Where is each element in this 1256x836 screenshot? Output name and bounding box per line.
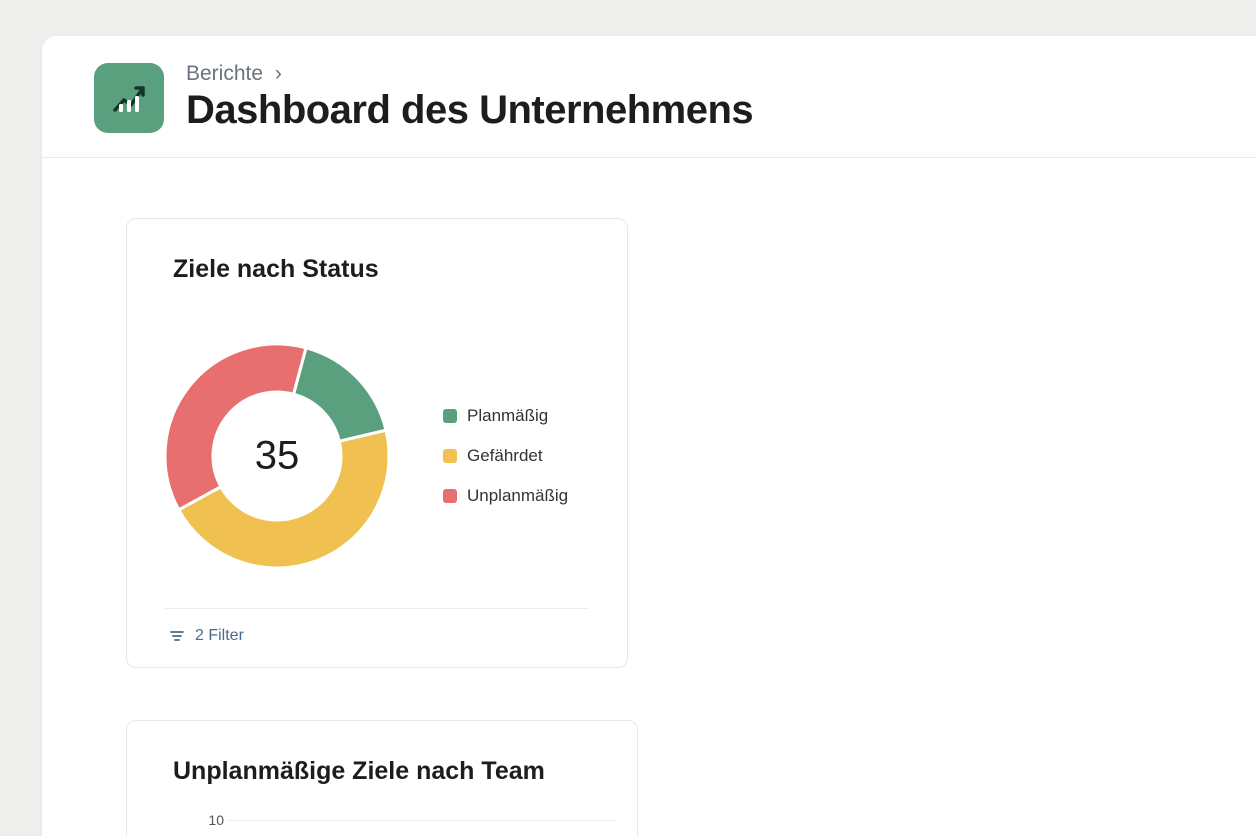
legend-item: Planmäßig bbox=[443, 406, 568, 426]
legend-label: Gefährdet bbox=[467, 446, 543, 466]
content-area: Ziele nach Status 35 Planmäßig Gefährdet U… bbox=[42, 158, 1256, 836]
breadcrumb-parent[interactable]: Berichte bbox=[186, 62, 263, 85]
donut-chart-area: 35 Planmäßig Gefährdet Unplanmäßig bbox=[127, 296, 627, 608]
legend-swatch bbox=[443, 409, 457, 423]
legend-item: Unplanmäßig bbox=[443, 486, 568, 506]
legend-label: Planmäßig bbox=[467, 406, 548, 426]
legend-label: Unplanmäßig bbox=[467, 486, 568, 506]
card-status-donut: Ziele nach Status 35 Planmäßig Gefährdet U… bbox=[126, 218, 628, 668]
legend-item: Gefährdet bbox=[443, 446, 568, 466]
card-title: Unplanmäßige Ziele nach Team bbox=[127, 721, 637, 798]
breadcrumb[interactable]: Berichte › bbox=[186, 62, 753, 86]
header-text: Berichte › Dashboard des Unternehmens bbox=[186, 62, 753, 133]
page-header: Berichte › Dashboard des Unternehmens bbox=[42, 36, 1256, 158]
card-team-bars: Unplanmäßige Ziele nach Team Anzahl der … bbox=[126, 720, 638, 836]
card-footer: 2 Filter bbox=[165, 608, 589, 667]
legend-swatch bbox=[443, 489, 457, 503]
y-tick: 10 bbox=[198, 812, 224, 828]
y-axis-label: Anzahl der Ziele bbox=[161, 806, 180, 836]
legend-swatch bbox=[443, 449, 457, 463]
donut-slice bbox=[294, 348, 386, 441]
donut-legend: Planmäßig Gefährdet Unplanmäßig bbox=[443, 406, 568, 506]
bar-canvas: 0510 VertriebEntwicklungDesignIT bbox=[180, 806, 617, 836]
app-window: Berichte › Dashboard des Unternehmens Zi… bbox=[42, 36, 1256, 836]
analytics-icon bbox=[94, 63, 164, 133]
bars-container bbox=[228, 820, 617, 836]
filter-badge[interactable]: 2 Filter bbox=[169, 627, 244, 645]
bar-chart-area: Anzahl der Ziele 0510 VertriebEntwicklun… bbox=[127, 798, 637, 836]
donut-slice bbox=[165, 344, 306, 510]
filter-icon bbox=[169, 628, 185, 644]
chevron-right-icon: › bbox=[275, 62, 282, 85]
donut-center-value: 35 bbox=[255, 434, 300, 479]
card-title: Ziele nach Status bbox=[127, 219, 627, 296]
page-title: Dashboard des Unternehmens bbox=[186, 88, 753, 133]
filter-label: 2 Filter bbox=[195, 627, 244, 645]
donut-chart: 35 bbox=[161, 340, 393, 572]
